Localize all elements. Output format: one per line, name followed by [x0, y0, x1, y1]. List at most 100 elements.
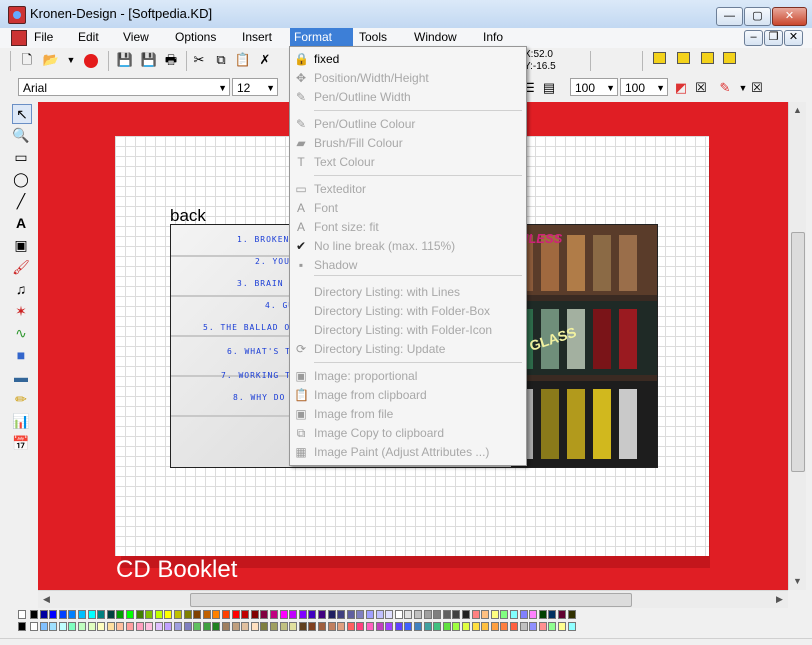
- doc-minimize-button[interactable]: –: [744, 30, 763, 46]
- no-pen-icon[interactable]: ☒: [748, 79, 766, 97]
- colour-swatch[interactable]: [318, 610, 326, 619]
- star-icon[interactable]: ✶: [12, 302, 30, 320]
- colour-swatch[interactable]: [471, 610, 480, 619]
- pen-colour-icon[interactable]: ✎: [716, 79, 734, 97]
- colour-swatch[interactable]: [30, 610, 38, 619]
- colour-swatch[interactable]: [164, 622, 173, 631]
- colour-swatch[interactable]: [404, 610, 413, 619]
- colour-swatch[interactable]: [270, 610, 278, 619]
- horizontal-scroll-thumb[interactable]: [190, 593, 632, 607]
- vertical-scroll-thumb[interactable]: [791, 232, 805, 472]
- record-icon[interactable]: [82, 51, 100, 69]
- colour-swatch[interactable]: [481, 610, 490, 619]
- colour-swatch[interactable]: [500, 622, 509, 631]
- calendar-icon[interactable]: 📅: [12, 434, 30, 452]
- doc-restore-button[interactable]: ❐: [764, 30, 783, 46]
- delete-icon[interactable]: ✗: [256, 51, 274, 69]
- menu-edit[interactable]: Edit: [74, 28, 103, 48]
- curve-icon[interactable]: ∿: [12, 324, 30, 342]
- colour-swatch[interactable]: [404, 622, 413, 631]
- colour-swatch[interactable]: [250, 610, 259, 619]
- colour-swatch[interactable]: [241, 610, 250, 619]
- colour-swatch[interactable]: [126, 622, 134, 631]
- colour-swatch[interactable]: [375, 622, 384, 631]
- menu-format[interactable]: Format: [290, 28, 353, 48]
- pointer-icon[interactable]: ↖: [12, 104, 32, 124]
- zoom-select-1[interactable]: 100 ▼: [570, 78, 618, 96]
- menu-file[interactable]: File: [30, 28, 57, 48]
- colour-swatch[interactable]: [462, 610, 470, 619]
- bring-front-icon[interactable]: [650, 51, 668, 69]
- colour-swatch[interactable]: [39, 610, 48, 619]
- colour-swatch[interactable]: [279, 622, 288, 631]
- format-menu-item[interactable]: 🔒 fixed: [290, 50, 526, 69]
- scroll-left-icon[interactable]: ◀: [38, 591, 55, 608]
- colour-swatch[interactable]: [212, 622, 221, 631]
- paste-icon[interactable]: 📋: [234, 51, 252, 69]
- vertical-scrollbar[interactable]: ▲ ▼: [788, 102, 806, 590]
- colour-swatch[interactable]: [154, 610, 163, 619]
- colour-swatch[interactable]: [346, 622, 355, 631]
- rectangle-icon[interactable]: ▭: [12, 148, 30, 166]
- colour-swatch[interactable]: [452, 610, 461, 619]
- colour-swatch[interactable]: [135, 610, 144, 619]
- colour-swatch[interactable]: [423, 610, 432, 619]
- back-label[interactable]: back: [170, 206, 206, 226]
- colour-swatch[interactable]: [49, 610, 58, 619]
- print-icon[interactable]: 🖶: [162, 51, 180, 69]
- colour-swatch[interactable]: [289, 622, 298, 631]
- colour-swatch[interactable]: [87, 610, 96, 619]
- colour-swatch[interactable]: [414, 610, 422, 619]
- send-backward-icon[interactable]: [698, 51, 716, 69]
- colour-swatch[interactable]: [202, 610, 211, 619]
- colour-swatch[interactable]: [558, 610, 566, 619]
- menu-window[interactable]: Window: [410, 28, 461, 48]
- colour-swatch[interactable]: [337, 610, 346, 619]
- colour-swatch[interactable]: [202, 622, 211, 631]
- colour-swatch[interactable]: [510, 622, 518, 631]
- colour-swatch[interactable]: [260, 610, 269, 619]
- colour-swatch[interactable]: [260, 622, 269, 631]
- colour-swatch[interactable]: [308, 622, 317, 631]
- colour-swatch[interactable]: [97, 622, 106, 631]
- menu-insert[interactable]: Insert: [238, 28, 276, 48]
- colour-swatch[interactable]: [106, 622, 115, 631]
- text-icon[interactable]: A: [12, 214, 30, 232]
- colour-swatch[interactable]: [174, 610, 182, 619]
- minimize-button[interactable]: —: [716, 7, 743, 26]
- colour-swatch[interactable]: [279, 610, 288, 619]
- colour-swatch[interactable]: [250, 622, 259, 631]
- colour-swatch[interactable]: [145, 610, 154, 619]
- colour-swatch[interactable]: [548, 622, 557, 631]
- colour-swatch[interactable]: [30, 622, 38, 631]
- colour-swatch[interactable]: [558, 622, 566, 631]
- colour-swatch[interactable]: [548, 610, 557, 619]
- scroll-down-icon[interactable]: ▼: [789, 573, 806, 590]
- save-all-icon[interactable]: 💾: [116, 51, 134, 69]
- gradient-icon[interactable]: ■: [12, 346, 30, 364]
- scroll-up-icon[interactable]: ▲: [789, 102, 806, 119]
- colour-swatch[interactable]: [423, 622, 432, 631]
- scroll-right-icon[interactable]: ▶: [771, 591, 788, 608]
- colour-swatch[interactable]: [183, 610, 192, 619]
- colour-swatch[interactable]: [78, 610, 86, 619]
- open-folder-icon[interactable]: 📂: [42, 51, 60, 69]
- menu-tools[interactable]: Tools: [355, 28, 391, 48]
- colour-swatch[interactable]: [567, 610, 576, 619]
- colour-swatch[interactable]: [106, 610, 115, 619]
- new-file-icon[interactable]: 🗋: [18, 51, 36, 69]
- horizontal-scrollbar[interactable]: ◀ ▶: [38, 590, 788, 608]
- colour-swatch[interactable]: [126, 610, 134, 619]
- colour-swatch[interactable]: [433, 610, 442, 619]
- colour-swatch[interactable]: [222, 610, 230, 619]
- colour-swatch[interactable]: [58, 610, 67, 619]
- colour-swatch[interactable]: [231, 622, 240, 631]
- colour-swatch[interactable]: [375, 610, 384, 619]
- zoom-select-2[interactable]: 100 ▼: [620, 78, 668, 96]
- colour-swatch[interactable]: [385, 610, 394, 619]
- colour-swatch[interactable]: [366, 622, 374, 631]
- image-icon[interactable]: ▣: [12, 236, 30, 254]
- colour-swatch[interactable]: [394, 622, 403, 631]
- colour-swatch[interactable]: [327, 622, 336, 631]
- save-icon[interactable]: 💾: [140, 51, 158, 69]
